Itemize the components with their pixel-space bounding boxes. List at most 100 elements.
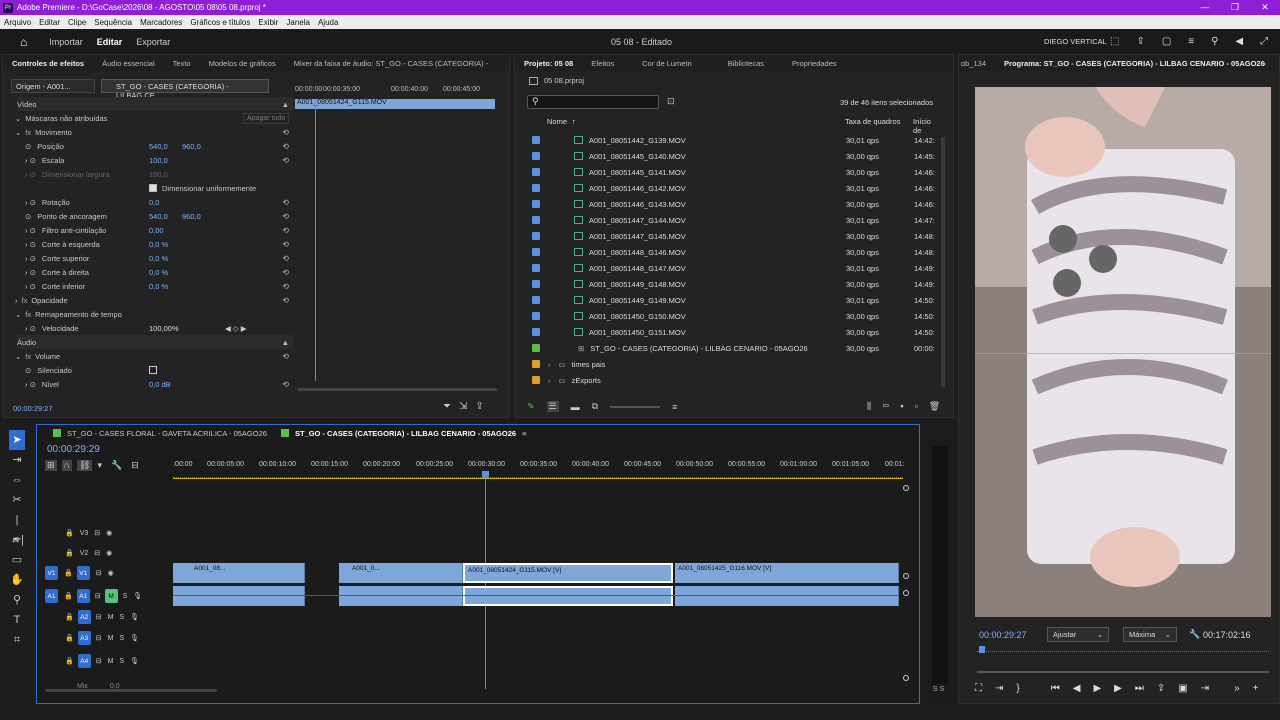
tab-effects[interactable]: Efeitos	[582, 59, 623, 68]
reset-icon[interactable]: ⟲	[282, 226, 289, 235]
menu-ajuda[interactable]: Ajuda	[314, 18, 342, 27]
lock-icon[interactable]: 🔒	[65, 657, 74, 665]
effect-footer-icons[interactable]: ⏷⇲⇪	[443, 401, 492, 412]
icon-view-icon[interactable]: ▬	[571, 402, 580, 412]
search-input[interactable]: ⚲	[527, 95, 659, 109]
chevron-right-icon[interactable]: ›	[548, 360, 551, 369]
track-select-icon[interactable]: ⇥	[9, 450, 25, 470]
source-patch-v1[interactable]: V1	[45, 566, 58, 580]
menu-clipe[interactable]: Clipe	[64, 18, 90, 27]
step-back-icon[interactable]: ◀	[1073, 683, 1081, 694]
list-item[interactable]: A001_08051447_G144.MOV 30,01 qps 14:47:	[525, 212, 940, 228]
list-item[interactable]: A001_08051450_G151.MOV 30,00 qps 14:50:	[525, 324, 940, 340]
timeline-ruler[interactable]: :00:00 00:00:05:00 00:00:10:00 00:00:15:…	[173, 461, 913, 473]
motion-label[interactable]: Movimento	[35, 128, 72, 137]
reset-icon[interactable]: ⟲	[282, 254, 289, 263]
prop-uniform-scale[interactable]: Dimensionar uniformemente	[149, 181, 256, 195]
workspace-icons[interactable]: ⬚⇪▢≡⚲◀⤢	[1110, 36, 1280, 47]
tab-effect-controls[interactable]: Controles de efeitos	[3, 59, 93, 68]
col-fps[interactable]: Taxa de quadros	[845, 117, 900, 126]
export-frame-icon[interactable]: ⇪	[1157, 683, 1165, 694]
sync-icon[interactable]: ⊟	[95, 592, 101, 600]
reset-icon[interactable]: ⟲	[282, 198, 289, 207]
eye-icon[interactable]: ◉	[106, 529, 112, 537]
marker-icon[interactable]: ⛶	[975, 683, 982, 694]
tracks-end-handle[interactable]	[903, 675, 909, 681]
eye-icon[interactable]: ◉	[108, 569, 114, 577]
video-clip[interactable]: A001_08051425_G116.MOV [V]	[675, 563, 899, 583]
mic-icon[interactable]: 🎙	[130, 613, 139, 621]
workspace-name[interactable]: DIEGO VERTICAL	[1044, 37, 1107, 46]
pencil-icon[interactable]: ✎	[527, 401, 535, 412]
mute-checkbox[interactable]	[149, 366, 157, 374]
project-scrollbar[interactable]	[941, 137, 945, 387]
volume-row[interactable]: ⌄ fx Volume ⟲	[15, 349, 293, 363]
a1-end-handle[interactable]	[903, 590, 909, 596]
mark-in-icon[interactable]: ⇥	[995, 683, 1003, 694]
settings-wrench-icon[interactable]: 🔧	[111, 460, 122, 471]
meter-solo-labels[interactable]: S S	[933, 686, 944, 693]
sync-icon[interactable]: ⊟	[94, 529, 100, 537]
sequence-item[interactable]: ⊞ ST_GO - CASES (CATEGORIA) - LILBAG CENA…	[525, 340, 940, 356]
program-timecode[interactable]: 00:00:29:27	[979, 630, 1027, 640]
zoom-slider[interactable]	[610, 405, 661, 408]
opacity-row[interactable]: › fx Opacidade ⟲	[15, 293, 293, 307]
nest-icon[interactable]: ⊞	[45, 460, 57, 471]
mute-button[interactable]: M	[108, 658, 114, 665]
tab-program[interactable]: Programa: ST_GO - CASES (CATEGORIA) - LI…	[995, 59, 1274, 68]
video-clip[interactable]: A001_08...	[173, 563, 305, 583]
pen-icon[interactable]: ✒	[9, 530, 25, 550]
menu-marcadores[interactable]: Marcadores	[136, 18, 186, 27]
tab-lumetri[interactable]: Cor de Lumetri	[633, 59, 701, 68]
mic-icon[interactable]: 🎙	[130, 634, 139, 642]
reset-icon[interactable]: ⟲	[282, 142, 289, 151]
reset-icon[interactable]: ⟲	[282, 212, 289, 221]
close-icon[interactable]: ✕	[1250, 0, 1280, 15]
reset-icon[interactable]: ⟲	[282, 156, 289, 165]
menu-sequencia[interactable]: Sequência	[90, 18, 136, 27]
clear-all-button[interactable]: Apagar tudo	[243, 113, 290, 124]
step-forward-icon[interactable]: ▶	[1114, 683, 1122, 694]
reset-icon[interactable]: ⟲	[282, 240, 289, 249]
minimize-icon[interactable]: —	[1190, 0, 1220, 15]
chevron-right-icon[interactable]: ›	[548, 376, 551, 385]
ruler-end-handle[interactable]	[903, 485, 909, 491]
effect-zoom-bar[interactable]	[297, 388, 497, 391]
more-icon[interactable]: »	[1234, 683, 1240, 694]
home-icon[interactable]: ⌂	[20, 35, 27, 49]
tab-project[interactable]: Projeto: 05 08	[515, 59, 582, 68]
audio-clip[interactable]	[173, 586, 305, 606]
source-chip[interactable]: Origem - A001...	[11, 79, 95, 93]
tab-graphics-templates[interactable]: Modelos de gráficos	[200, 59, 285, 68]
list-item[interactable]: A001_08051446_G142.MOV 30,01 qps 14:46:	[525, 180, 940, 196]
list-item[interactable]: A001_08051450_G150.MOV 30,00 qps 14:50:	[525, 308, 940, 324]
uniform-scale-checkbox[interactable]	[149, 184, 157, 192]
tab-editar[interactable]: Editar	[97, 37, 123, 47]
snap-icon[interactable]: ∩	[61, 460, 73, 471]
ripple-edit-icon[interactable]: ⇔	[9, 470, 25, 490]
lock-icon[interactable]: 🔒	[65, 634, 74, 642]
button-editor-icon[interactable]: ⇥	[1201, 683, 1209, 694]
lock-icon[interactable]: 🔒	[65, 529, 74, 537]
sort-icon[interactable]: ≡	[672, 402, 677, 412]
tab-audio-essencial[interactable]: Áudio essencial	[93, 59, 164, 68]
lock-icon[interactable]: 🔒	[65, 613, 74, 621]
mic-icon[interactable]: 🎙	[130, 657, 139, 665]
list-item[interactable]: A001_08051445_G140.MOV 30,00 qps 14:45:	[525, 148, 940, 164]
sync-icon[interactable]: ⊟	[94, 549, 100, 557]
play-icon[interactable]: ▶	[1093, 683, 1101, 694]
caption-tool-icon[interactable]: ⌗	[9, 630, 25, 650]
menu-arquivo[interactable]: Arquivo	[0, 18, 35, 27]
tab-importar[interactable]: Importar	[49, 37, 83, 47]
program-zoom-bar[interactable]	[977, 671, 1269, 673]
program-video-frame[interactable]	[975, 87, 1271, 617]
captions-icon[interactable]: ⊟	[131, 460, 139, 471]
playhead-icon[interactable]	[979, 646, 985, 653]
solo-button[interactable]: S	[119, 635, 124, 642]
reset-icon[interactable]: ⟲	[282, 268, 289, 277]
linked-select-icon[interactable]: ⛓	[77, 460, 93, 471]
sequence-chip[interactable]: ST_GO - CASES (CATEGORIA) - LILBAG CE...	[101, 79, 269, 100]
solo-button[interactable]: S	[119, 658, 124, 665]
sync-icon[interactable]: ⊟	[96, 569, 102, 577]
reset-icon[interactable]: ⟲	[282, 282, 289, 291]
